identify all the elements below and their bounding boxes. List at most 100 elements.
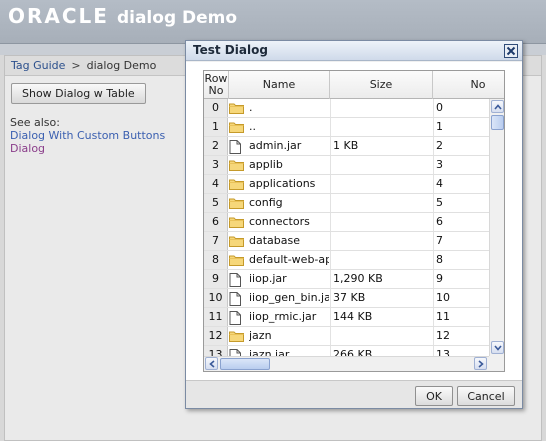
file-no: 5: [433, 194, 489, 212]
chevron-left-icon: [208, 359, 215, 368]
file-name: connectors: [249, 215, 310, 228]
folder-icon: [229, 99, 247, 117]
file-name: iiop.jar: [249, 272, 287, 285]
file-size: [330, 156, 432, 174]
horizontal-scrollbar[interactable]: [204, 356, 489, 371]
file-no: 3: [433, 156, 489, 174]
file-size: [330, 327, 432, 345]
file-name: database: [249, 234, 300, 247]
file-no: 4: [433, 175, 489, 193]
scroll-down-button[interactable]: [491, 341, 504, 354]
app-header: ORACLE dialog Demo: [0, 0, 546, 44]
file-name: .: [249, 101, 253, 114]
chevron-up-icon: [493, 103, 502, 110]
row-number: 7: [204, 232, 228, 250]
table-row[interactable]: 10 iiop_gen_bin.jar 37 KB 10: [204, 289, 489, 308]
file-icon: [229, 137, 247, 155]
file-name: iiop_rmic.jar: [249, 310, 317, 323]
file-icon: [229, 289, 247, 307]
file-name: applib: [249, 158, 283, 171]
vertical-scroll-thumb[interactable]: [491, 115, 504, 130]
file-size: [330, 118, 432, 136]
dialog-body: Row No Name Size No 0. 0 1.. 1 2 admin.jar 1 K…: [186, 62, 522, 380]
dialog-title: Test Dialog: [193, 43, 268, 57]
test-dialog: Test Dialog Row No Name Size No 0. 0 1.. 1 2…: [185, 40, 523, 409]
table-row[interactable]: 2 admin.jar 1 KB 2: [204, 137, 489, 156]
file-name: default-web-app: [249, 253, 329, 266]
scrollbar-corner: [489, 356, 504, 371]
file-no: 9: [433, 270, 489, 288]
table-row[interactable]: 3 applib 3: [204, 156, 489, 175]
file-no: 2: [433, 137, 489, 155]
table-row[interactable]: 1.. 1: [204, 118, 489, 137]
table-header: Row No Name Size No: [204, 71, 504, 99]
folder-icon: [229, 194, 247, 212]
cancel-button[interactable]: Cancel: [457, 386, 515, 406]
see-also-link-custom-buttons[interactable]: Dialog With Custom Buttons: [10, 129, 165, 142]
table-row[interactable]: 11 iiop_rmic.jar 144 KB 11: [204, 308, 489, 327]
file-name: ..: [249, 120, 256, 133]
file-table: Row No Name Size No 0. 0 1.. 1 2 admin.jar 1 K…: [203, 70, 505, 372]
table-row[interactable]: 4 applications 4: [204, 175, 489, 194]
file-size: [330, 251, 432, 269]
row-number: 10: [204, 289, 228, 307]
file-size: 1 KB: [330, 137, 432, 155]
show-dialog-button[interactable]: Show Dialog w Table: [11, 83, 146, 104]
folder-icon: [229, 232, 247, 250]
row-number: 3: [204, 156, 228, 174]
table-row[interactable]: 6 connectors 6: [204, 213, 489, 232]
horizontal-scroll-thumb[interactable]: [220, 358, 270, 370]
row-number: 12: [204, 327, 228, 345]
chevron-right-icon: [477, 359, 484, 368]
file-size: [330, 99, 432, 117]
file-name: admin.jar: [249, 139, 302, 152]
file-no: 1: [433, 118, 489, 136]
table-row[interactable]: 8 default-web-app 8: [204, 251, 489, 270]
table-row[interactable]: 7 database 7: [204, 232, 489, 251]
file-size: [330, 232, 432, 250]
folder-icon: [229, 175, 247, 193]
table-row[interactable]: 5 config 5: [204, 194, 489, 213]
breadcrumb-current: dialog Demo: [86, 59, 157, 72]
file-name: jazn: [249, 329, 272, 342]
file-size: 144 KB: [330, 308, 432, 326]
row-number: 9: [204, 270, 228, 288]
file-no: 11: [433, 308, 489, 326]
dialog-close-button[interactable]: [504, 44, 518, 58]
table-row[interactable]: 12 jazn 12: [204, 327, 489, 346]
dialog-title-bar[interactable]: Test Dialog: [186, 41, 522, 61]
row-number: 0: [204, 99, 228, 117]
row-number: 5: [204, 194, 228, 212]
row-number: 4: [204, 175, 228, 193]
file-size: [330, 194, 432, 212]
column-header-row-no[interactable]: Row No: [204, 71, 229, 99]
see-also-section: See also: Dialog With Custom Buttons Dia…: [10, 116, 165, 155]
file-size: [330, 213, 432, 231]
see-also-label: See also:: [10, 116, 60, 129]
row-number: 2: [204, 137, 228, 155]
column-header-no[interactable]: No: [433, 71, 504, 99]
row-number: 11: [204, 308, 228, 326]
breadcrumb-tag-guide-link[interactable]: Tag Guide: [11, 59, 65, 72]
table-row[interactable]: 0.0: [204, 99, 489, 118]
folder-icon: [229, 118, 247, 136]
file-name: applications: [249, 177, 316, 190]
oracle-logo: ORACLE: [8, 4, 109, 28]
column-header-size[interactable]: Size: [330, 71, 433, 99]
app-title: dialog Demo: [116, 8, 238, 28]
file-size: 1,290 KB: [330, 270, 432, 288]
vertical-scrollbar[interactable]: [489, 99, 504, 356]
folder-icon: [229, 251, 247, 269]
scroll-up-button[interactable]: [491, 100, 504, 113]
ok-button[interactable]: OK: [415, 386, 453, 406]
scroll-right-button[interactable]: [474, 357, 487, 370]
see-also-link-dialog[interactable]: Dialog: [10, 142, 165, 155]
scroll-left-button[interactable]: [205, 357, 218, 370]
row-number: 6: [204, 213, 228, 231]
file-icon: [229, 308, 247, 326]
brand: ORACLE dialog Demo: [8, 4, 237, 34]
folder-icon: [229, 327, 247, 345]
column-header-name[interactable]: Name: [229, 71, 330, 99]
dialog-footer: OK Cancel: [186, 380, 522, 408]
table-row[interactable]: 9 iiop.jar 1,290 KB 9: [204, 270, 489, 289]
